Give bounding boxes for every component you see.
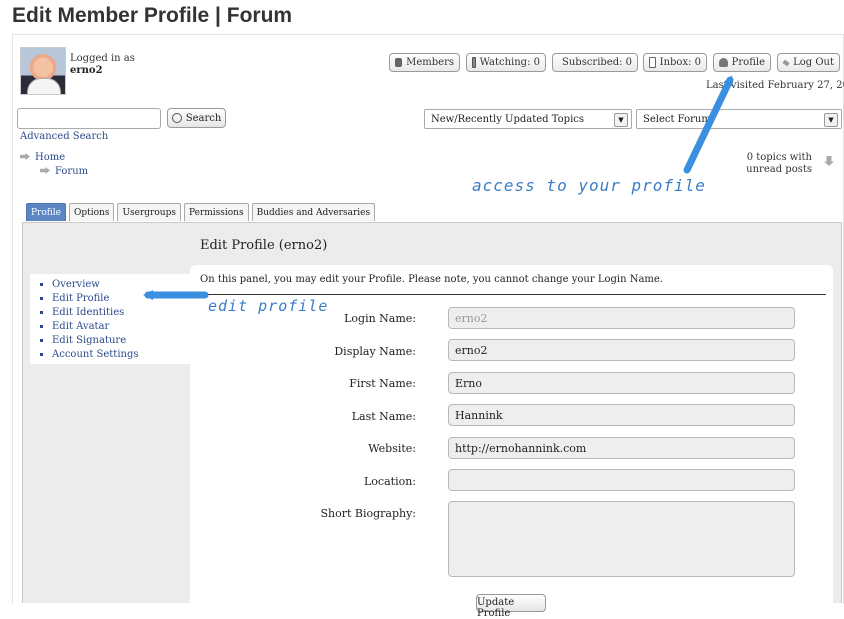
arrow-annotation-profile xyxy=(143,75,734,300)
